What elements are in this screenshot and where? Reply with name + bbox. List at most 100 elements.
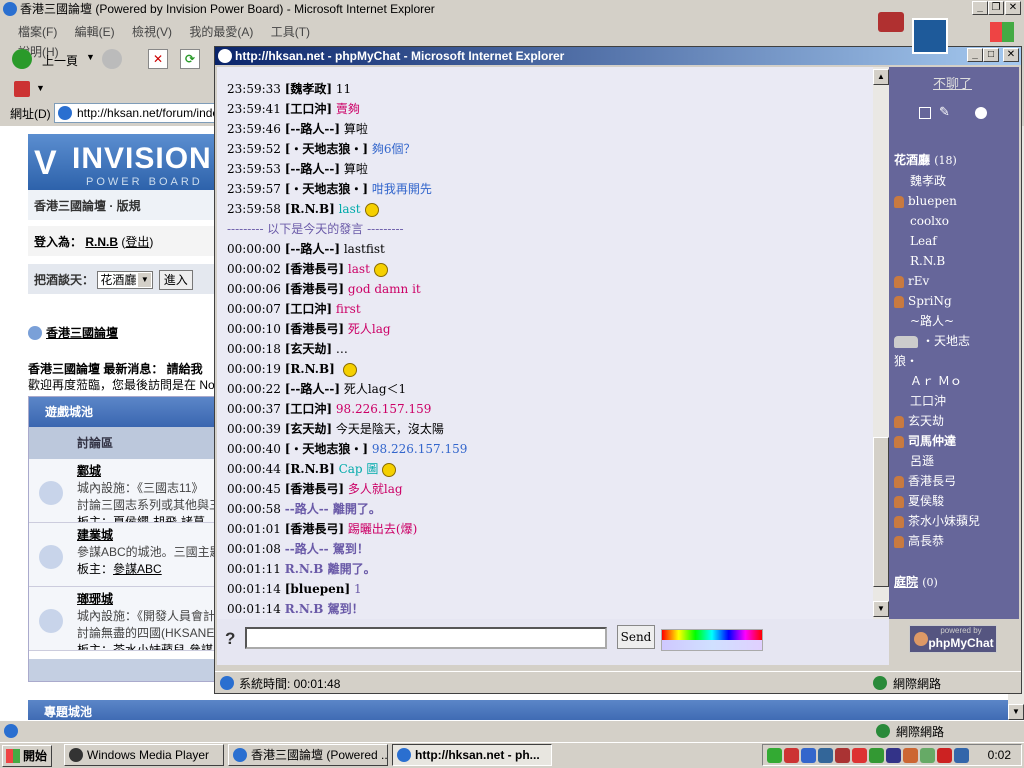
forum-name-link[interactable]: 鄴城 [77,463,217,480]
tray-icon-2[interactable] [784,748,799,764]
color-shades[interactable] [662,640,762,650]
refresh-icon[interactable]: ⟳ [180,49,200,69]
address-input[interactable]: http://hksan.net/forum/index. [54,103,224,123]
msg-scroll-up-icon[interactable]: ▲ [873,69,889,85]
close-button[interactable]: ✕ [1005,1,1021,15]
menu-favorites[interactable]: 我的最愛(A) [189,22,253,42]
message-sender[interactable]: [工口沖] [285,102,332,116]
user-list-item[interactable]: R.N.B [894,251,1018,271]
status-dot-icon[interactable] [975,107,987,119]
app-bird-icon[interactable] [912,18,948,54]
message-sender[interactable]: [R.N.B] [285,462,335,476]
minimize-button[interactable]: _ [972,1,988,15]
start-button[interactable]: 開始 [2,745,52,767]
user-list-item[interactable]: Leaf [894,231,1018,251]
logout-link[interactable]: 登出 [125,235,149,249]
tray-icon-4[interactable] [818,748,833,764]
message-sender[interactable]: [・天地志狼・] [285,442,368,456]
message-sender[interactable]: [香港長弓] [285,482,344,496]
color-picker[interactable] [661,629,763,651]
user-list-item[interactable]: 呂遜 [894,451,1018,471]
powered-badge[interactable]: powered by phpMyChat [909,625,997,653]
send-button[interactable]: Send [617,625,655,649]
back-icon[interactable] [12,49,32,69]
back-dropdown-icon[interactable]: ▼ [86,52,95,62]
menu-view[interactable]: 檢視(V) [132,22,172,42]
message-input[interactable] [245,627,607,649]
message-sender[interactable]: [--路人--] [285,122,340,136]
chat-minimize-button[interactable]: _ [967,48,983,62]
task-media-player[interactable]: Windows Media Player [64,744,224,766]
user-list-item[interactable]: 夏侯駿 [894,491,1018,511]
msg-scroll-down-icon[interactable]: ▼ [873,601,889,617]
tray-icon-8[interactable] [886,748,901,764]
moderator-link[interactable]: 夏侯纓 [113,515,149,522]
tray-icon-11[interactable] [937,748,952,764]
moderator-link[interactable]: 茶水小妹蘋兒 [113,643,185,650]
user-list-item[interactable]: 玄天劫 [894,411,1018,431]
user-list-item[interactable]: 司馬仲達 [894,431,1018,451]
forum-name-link[interactable]: 瑯琊城 [77,591,217,608]
tray-icon-12[interactable] [954,748,969,764]
help-icon[interactable]: ? [225,629,235,649]
forum-name-link[interactable]: 建業城 [77,527,217,544]
chat-room-select[interactable]: 花酒廳 ▼ [97,271,154,289]
toggle-panel-icon[interactable] [919,107,931,119]
msg-scroll-thumb[interactable] [873,437,889,587]
message-sender[interactable]: [--路人--] [285,382,340,396]
message-sender[interactable]: [・天地志狼・] [285,142,368,156]
message-sender[interactable]: [玄天劫] [285,422,332,436]
user-list-item[interactable]: 狼・ [894,351,1018,371]
pdf-dropdown-icon[interactable]: ▼ [36,83,45,93]
message-sender[interactable]: [R.N.B] [285,202,335,216]
menu-file[interactable]: 檔案(F) [18,22,57,42]
message-sender[interactable]: [工口沖] [285,302,332,316]
user-list-item[interactable]: ・天地志 [894,331,1018,351]
tray-icon-3[interactable] [801,748,816,764]
user-list-item[interactable]: 高長恭 [894,531,1018,551]
forum-title-link[interactable]: 香港三國論壇 [46,324,118,341]
user-list-item[interactable]: ~路人~ [894,311,1018,331]
login-user-link[interactable]: R.N.B [85,235,118,249]
chat-close-button[interactable]: ✕ [1003,48,1019,62]
moderator-link[interactable]: 胡飛 [153,515,177,522]
message-sender[interactable]: [・天地志狼・] [285,182,368,196]
user-list-item[interactable]: 魏孝政 [894,171,1018,191]
message-sender[interactable]: [bluepen] [285,582,350,596]
menu-edit[interactable]: 編輯(E) [75,22,115,42]
message-sender[interactable]: [工口沖] [285,402,332,416]
user-list-item[interactable]: 香港長弓 [894,471,1018,491]
message-sender[interactable]: [香港長弓] [285,522,344,536]
room2-name[interactable]: 庭院 [894,575,918,589]
tray-icon-7[interactable] [869,748,884,764]
message-sender[interactable]: [香港長弓] [285,282,344,296]
tray-icon-1[interactable] [767,748,782,764]
quit-link[interactable]: 不聊了 [933,73,972,92]
task-chat[interactable]: http://hksan.net - ph... [392,744,552,766]
restore-button[interactable]: ❐ [988,1,1004,15]
message-sender[interactable]: [魏孝政] [285,82,332,96]
scroll-down-icon[interactable]: ▼ [1008,704,1024,720]
notify-arrow-icon[interactable] [878,12,904,32]
room-name[interactable]: 花酒廳 [894,153,930,167]
user-list-item[interactable]: Ａｒ Ｍｏ [894,371,1018,391]
tray-icon-6[interactable] [852,748,867,764]
message-sender[interactable]: [R.N.B] [285,362,335,376]
user-list-item[interactable]: 茶水小妹蘋兒 [894,511,1018,531]
message-sender[interactable]: [--路人--] [285,242,340,256]
moderator-link[interactable]: 參謀ABC [113,562,162,576]
pdf-icon[interactable] [14,81,30,97]
message-scrollbar[interactable]: ▲ ▼ [873,67,889,619]
user-list-item[interactable]: bluepen [894,191,1018,211]
message-sender[interactable]: [香港長弓] [285,322,344,336]
category-title[interactable]: 遊戲城池 [45,405,93,419]
moderator-link[interactable]: 參謀 [189,643,213,650]
enter-button[interactable]: 進入 [158,270,193,290]
tray-icon-10[interactable] [920,748,935,764]
category2-title[interactable]: 專題城池 [44,705,92,719]
stop-icon[interactable]: ✕ [148,49,168,69]
user-list-item[interactable]: 工口沖 [894,391,1018,411]
user-list-item[interactable]: coolxo [894,211,1018,231]
user-list-item[interactable]: rEv [894,271,1018,291]
forward-icon[interactable] [102,49,122,69]
